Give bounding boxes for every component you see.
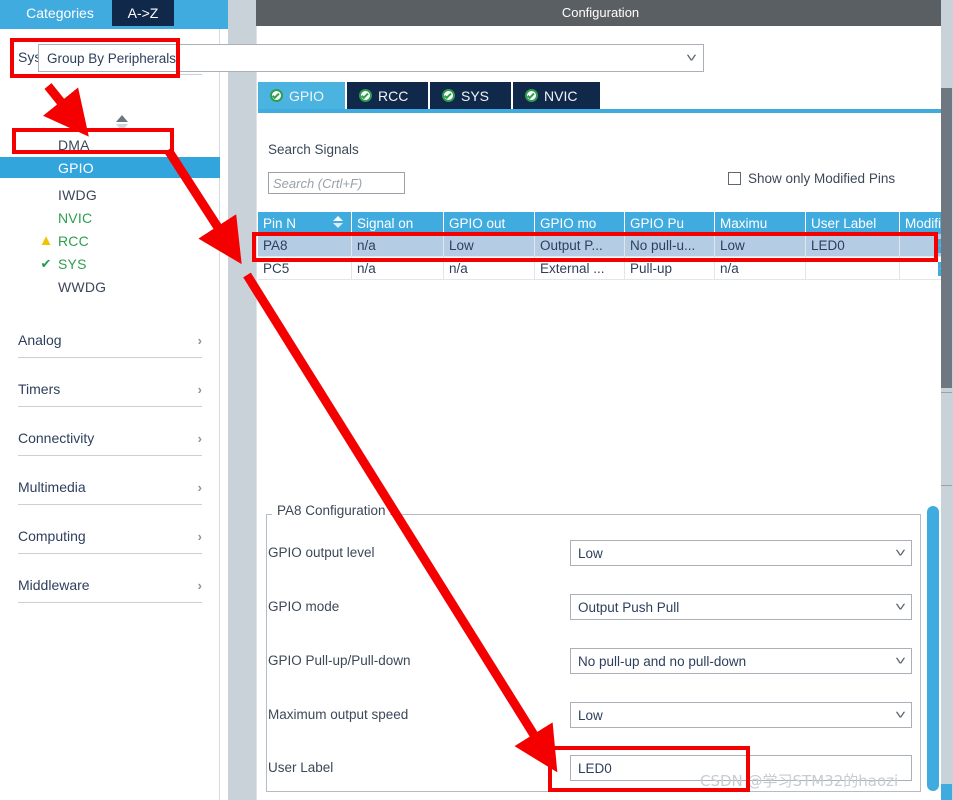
select-gpio-pull-up-pull-down[interactable]: No pull-up and no pull-down ˅ — [570, 648, 912, 674]
select-value: No pull-up and no pull-down — [578, 653, 747, 669]
label-maximum-output-speed: Maximum output speed — [268, 707, 409, 722]
select-maximum-output-speed[interactable]: Low ˅ — [570, 702, 912, 728]
category-label: Multimedia — [18, 479, 86, 495]
peripheral-label: GPIO — [58, 159, 94, 176]
column-header-pin[interactable]: Pin N — [258, 212, 352, 234]
tab-gpio[interactable]: GPIO — [258, 82, 345, 109]
category-timers[interactable]: Timers › — [18, 372, 202, 407]
column-header-user-label[interactable]: User Label — [805, 212, 900, 234]
chevron-down-icon: ˅ — [894, 546, 907, 560]
chevron-right-icon: › — [197, 577, 202, 593]
outer-scrollbar-thumb[interactable] — [941, 88, 952, 388]
categories-panel: Categories A->Z System Core ˅ DMA GPIO I… — [0, 0, 228, 800]
peripheral-label: WWDG — [58, 278, 107, 295]
peripheral-item-rcc[interactable]: ▲ RCC — [0, 230, 220, 251]
check-circle-icon — [442, 89, 455, 102]
tab-nvic[interactable]: NVIC — [513, 82, 600, 109]
select-value: Output Push Pull — [578, 599, 680, 615]
tab-sys[interactable]: SYS — [430, 82, 511, 109]
chevron-down-icon: ˅ — [685, 51, 698, 65]
warning-icon: ▲ — [38, 232, 54, 249]
chevron-down-icon: ˅ — [894, 654, 907, 668]
annotation-box-gpio — [12, 128, 174, 154]
tab-categories[interactable]: Categories — [8, 0, 112, 26]
chevron-right-icon: › — [197, 528, 202, 544]
tab-label: NVIC — [544, 87, 578, 104]
category-multimedia[interactable]: Multimedia › — [18, 470, 202, 505]
tab-label: SYS — [461, 87, 490, 104]
tab-label: GPIO — [289, 87, 325, 104]
show-modified-pins-label: Show only Modified Pins — [748, 171, 896, 186]
tab-a-to-z[interactable]: A->Z — [112, 0, 174, 26]
horizontal-scrollbar-thumb[interactable] — [941, 784, 952, 800]
peripheral-item-iwdg[interactable]: IWDG — [0, 184, 220, 205]
search-input[interactable] — [268, 172, 405, 194]
group-border-right — [400, 514, 921, 515]
chevron-right-icon: › — [197, 332, 202, 348]
select-gpio-output-level[interactable]: Low ˅ — [570, 540, 912, 566]
chevron-right-icon: › — [197, 479, 202, 495]
peripheral-item-gpio[interactable]: GPIO — [0, 157, 220, 178]
label-user-label: User Label — [268, 760, 334, 775]
tab-label: RCC — [378, 87, 409, 104]
check-circle-icon — [525, 89, 538, 102]
category-label: Computing — [18, 528, 86, 544]
annotation-box-system-core — [10, 38, 180, 78]
peripheral-tab-strip: GPIO RCC SYS NVIC — [258, 82, 953, 112]
peripheral-label: NVIC — [58, 209, 93, 226]
column-header-gpio-pull[interactable]: GPIO Pu — [624, 212, 715, 234]
table-header-row: Pin N Signal on GPIO out GPIO mo GPIO Pu… — [258, 212, 953, 234]
show-modified-pins-row[interactable]: Show only Modified Pins — [728, 171, 895, 186]
column-header-signal-on[interactable]: Signal on — [351, 212, 444, 234]
configuration-title-bar: Configuration — [256, 0, 945, 26]
peripheral-label: RCC — [58, 232, 89, 249]
left-tab-bar: Categories A->Z — [0, 0, 228, 26]
pin-config-scrollbar-thumb[interactable] — [927, 506, 939, 791]
select-value: Low — [578, 707, 603, 723]
chevron-right-icon: › — [197, 381, 202, 397]
label-gpio-pull-up-pull-down: GPIO Pull-up/Pull-down — [268, 653, 411, 668]
label-gpio-mode: GPIO mode — [268, 599, 340, 614]
tab-rcc[interactable]: RCC — [347, 82, 428, 109]
chevron-down-icon: ˅ — [894, 708, 907, 722]
check-circle-icon — [359, 89, 372, 102]
category-label: Timers — [18, 381, 61, 397]
select-value: Low — [578, 545, 603, 561]
column-header-maximum-speed[interactable]: Maximu — [714, 212, 806, 234]
peripheral-label: IWDG — [58, 186, 97, 203]
check-icon: ✔ — [40, 256, 52, 271]
category-computing[interactable]: Computing › — [18, 519, 202, 554]
category-middleware[interactable]: Middleware › — [18, 568, 202, 603]
outer-scrollbar-segment[interactable] — [941, 392, 952, 486]
annotation-box-pa8-row — [252, 232, 938, 262]
show-modified-pins-checkbox[interactable] — [728, 172, 741, 185]
check-circle-icon — [270, 89, 283, 102]
category-label: Middleware — [18, 577, 90, 593]
chevron-right-icon: › — [197, 430, 202, 446]
search-signals-label: Search Signals — [268, 142, 359, 157]
peripheral-item-nvic[interactable]: NVIC — [0, 207, 220, 228]
category-label: Analog — [18, 332, 62, 348]
peripheral-label: SYS — [58, 255, 87, 272]
category-label: Connectivity — [18, 430, 95, 446]
pin-configuration-legend: PA8 Configuration : — [272, 503, 399, 518]
peripheral-item-sys[interactable]: ✔ SYS — [0, 253, 220, 274]
annotation-box-user-label — [548, 746, 750, 792]
category-connectivity[interactable]: Connectivity › — [18, 421, 202, 456]
select-gpio-mode[interactable]: Output Push Pull ˅ — [570, 594, 912, 620]
category-analog[interactable]: Analog › — [18, 323, 202, 358]
peripheral-item-wwdg[interactable]: WWDG — [0, 276, 220, 297]
sort-indicator-icon[interactable] — [332, 216, 344, 230]
tab-strip-underline — [258, 109, 953, 113]
column-header-gpio-mode[interactable]: GPIO mo — [534, 212, 625, 234]
label-gpio-output-level: GPIO output level — [268, 545, 375, 560]
column-header-gpio-output[interactable]: GPIO out — [443, 212, 535, 234]
chevron-down-icon: ˅ — [894, 600, 907, 614]
